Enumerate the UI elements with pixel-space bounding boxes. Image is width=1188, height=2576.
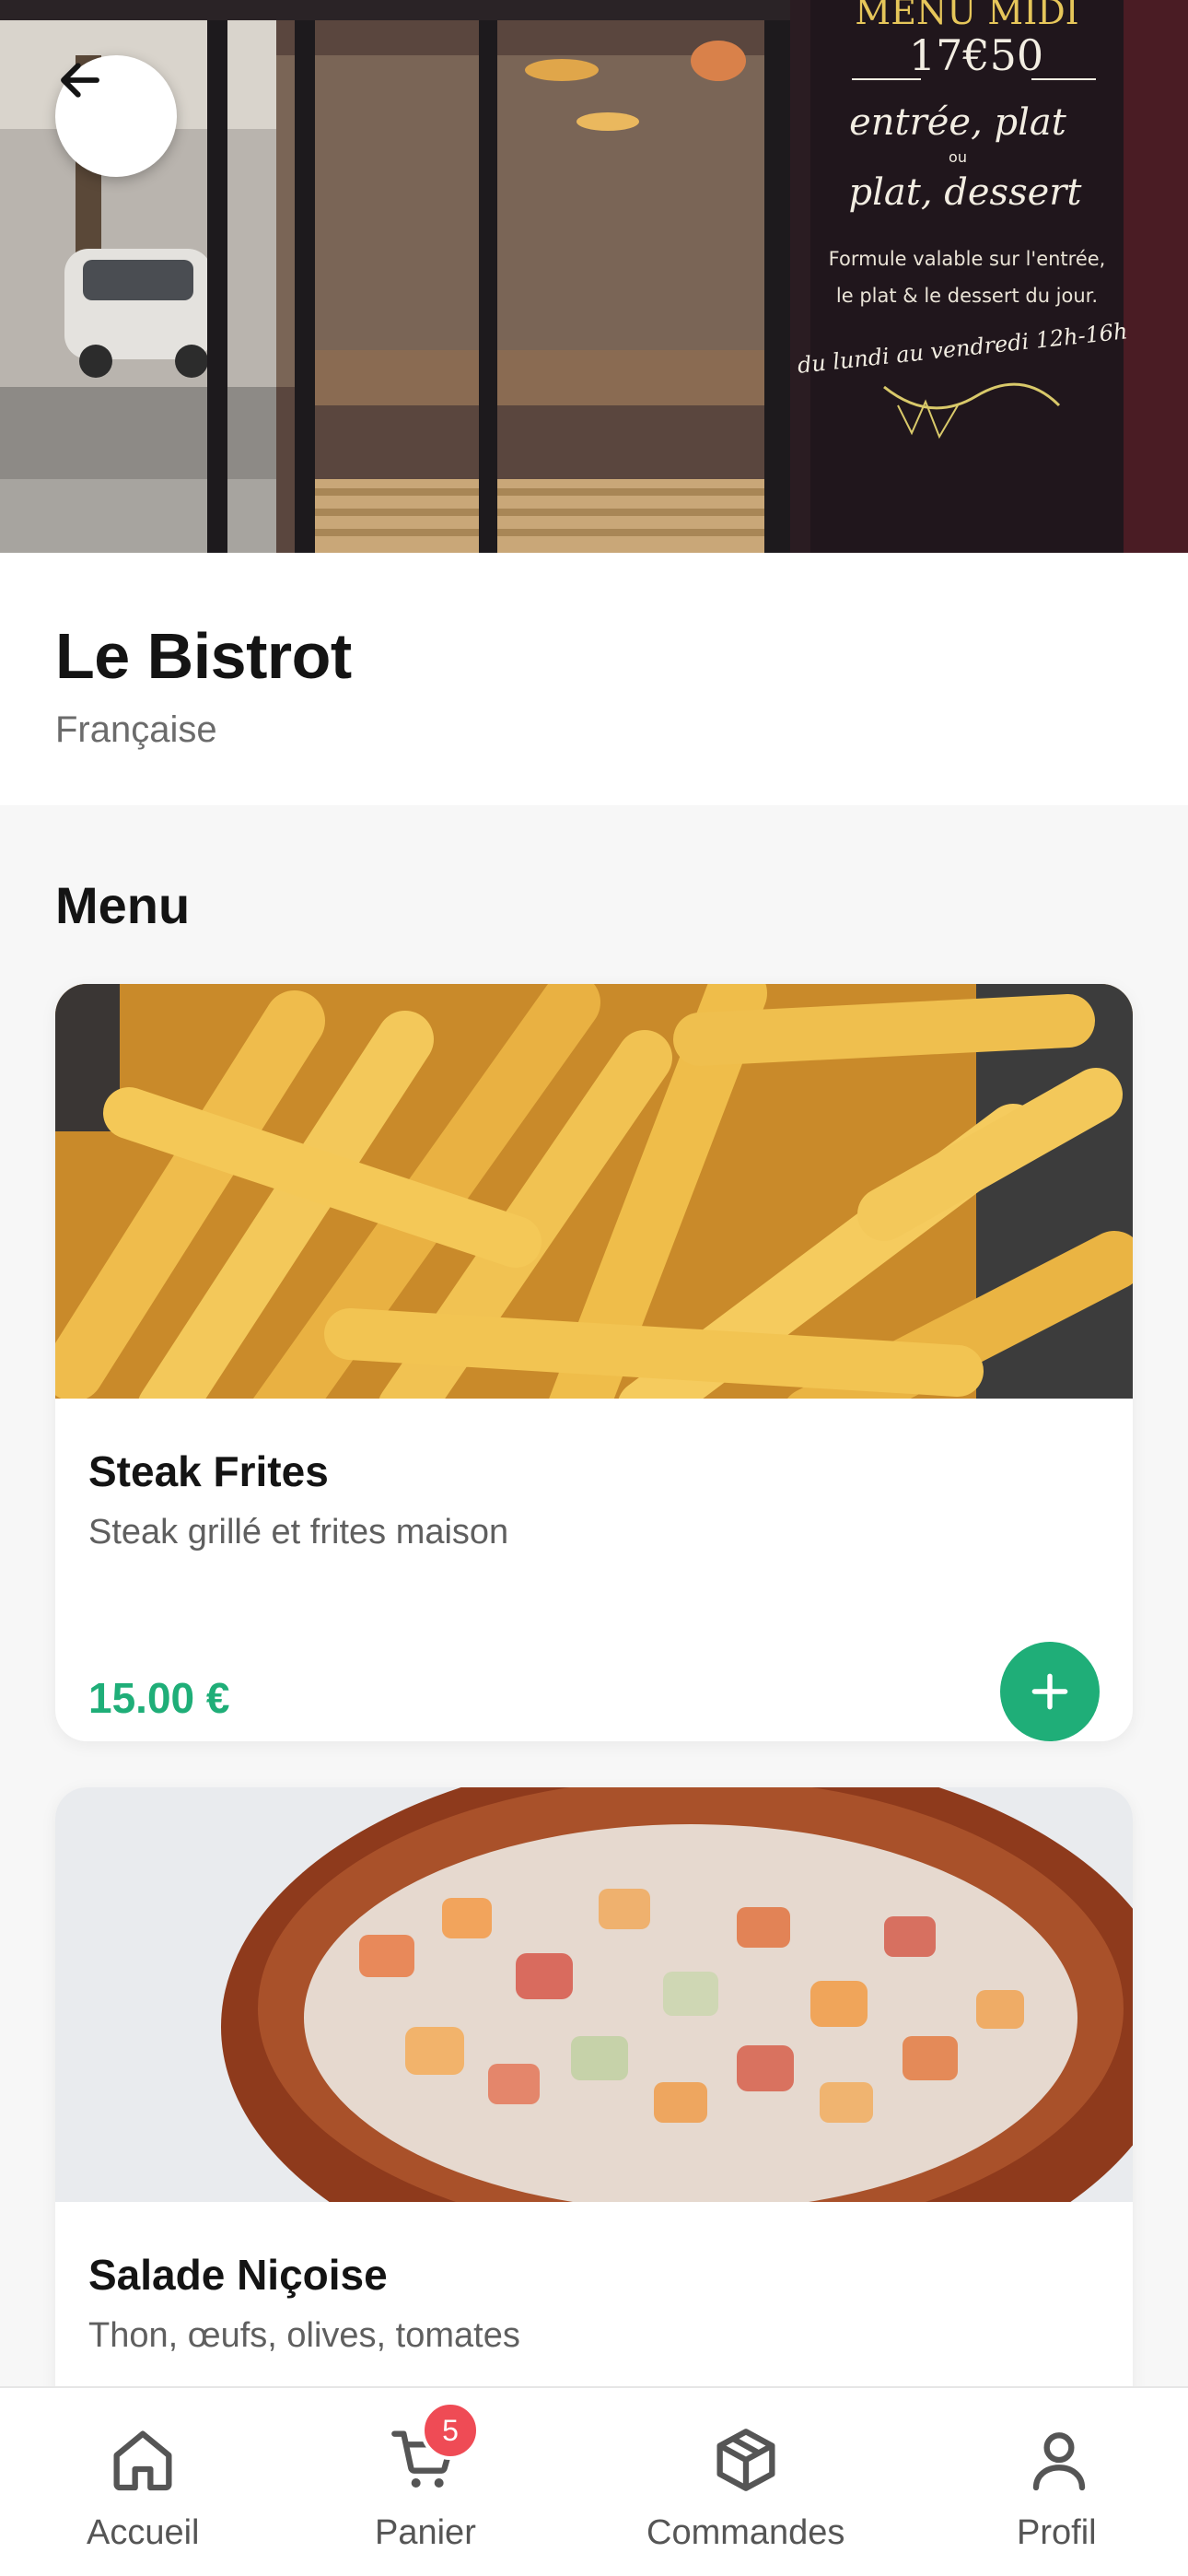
restaurant-header: Le Bistrot Française [0,553,1188,805]
chalk-line-5: le plat & le dessert du jour. [836,285,1098,307]
chalk-title: MENU MIDI [855,0,1078,32]
nav-label: Profil [1017,2513,1097,2552]
fries-photo [55,984,1133,1399]
nav-item-panier[interactable]: 5 Panier [336,2388,511,2576]
restaurant-name: Le Bistrot [55,620,352,692]
bistro-storefront-illustration: MENU MIDI 17€50 entrée, plat ou plat, de… [0,0,1188,553]
nav-item-accueil[interactable]: Accueil [55,2388,230,2576]
menu-item-description: Steak grillé et frites maison [88,1513,509,1551]
chalk-price: 17€50 [909,30,1043,80]
chalk-line-3: plat, dessert [849,171,1083,214]
restaurant-page: MENU MIDI 17€50 entrée, plat ou plat, de… [0,0,1188,2576]
menu-item-description: Thon, œufs, olives, tomates [88,2316,520,2355]
salad-photo [55,1787,1133,2202]
menu-item-price: 15.00 € [88,1674,230,1722]
add-to-cart-button[interactable] [1000,1642,1100,1741]
home-icon [113,2430,172,2491]
restaurant-hero-image: MENU MIDI 17€50 entrée, plat ou plat, de… [0,0,1188,553]
plus-icon [1031,1673,1068,1710]
nav-label: Accueil [87,2513,200,2552]
menu-item-image [55,1787,1133,2202]
user-icon [1032,2432,1086,2491]
menu-item-image [55,984,1133,1399]
nav-label: Panier [375,2513,476,2552]
restaurant-cuisine: Française [55,709,217,750]
back-button[interactable] [55,55,177,177]
cart-count-badge: 5 [421,2401,480,2460]
chalk-line-1: entrée, plat [849,101,1067,144]
arrow-left-icon [61,63,99,98]
chalk-line-4: Formule valable sur l'entrée, [829,248,1106,270]
nav-label: Commandes [646,2513,845,2552]
menu-item-name: Steak Frites [88,1447,329,1495]
menu-item-card[interactable]: Steak Frites Steak grillé et frites mais… [55,984,1133,1741]
chalk-line-2: ou [949,148,967,166]
menu-item-name: Salade Niçoise [88,2251,388,2299]
menu-section-title: Menu [55,876,191,934]
package-icon [716,2429,775,2491]
bottom-navigation: Accueil 5 Panier Commandes Profil [0,2386,1188,2576]
nav-item-commandes[interactable]: Commandes [635,2388,856,2576]
nav-item-profil[interactable]: Profil [976,2388,1142,2576]
